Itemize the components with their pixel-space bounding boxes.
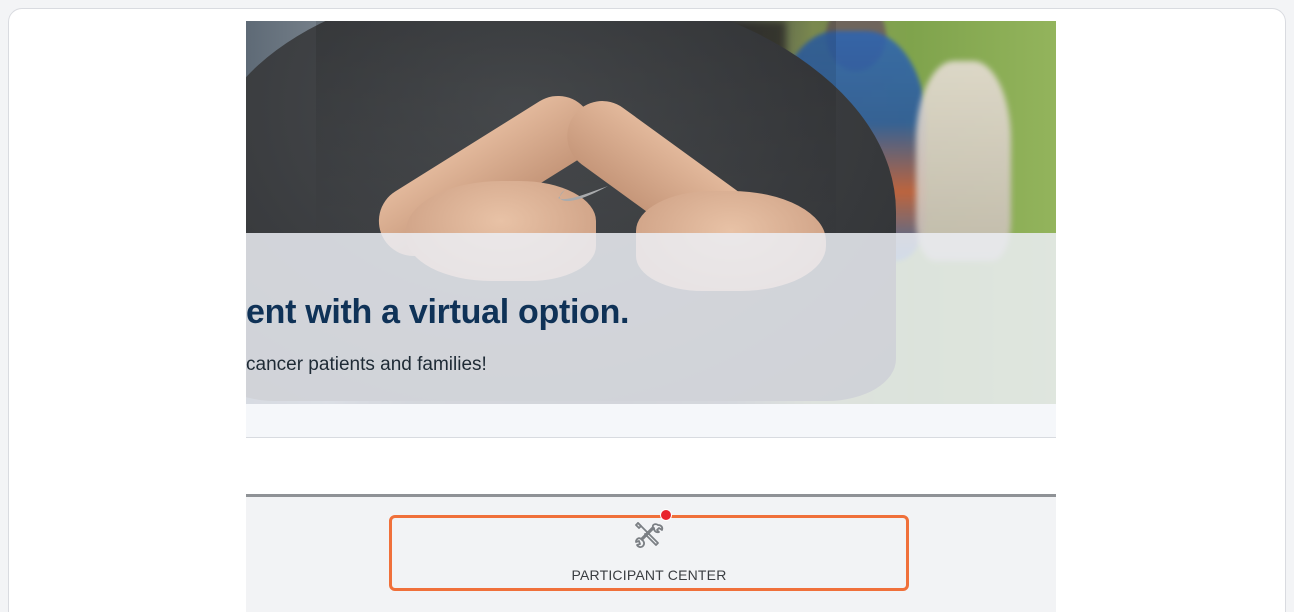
tools-icon xyxy=(635,522,664,548)
click-marker xyxy=(660,509,672,521)
participant-center-label: PARTICIPANT CENTER xyxy=(571,567,727,583)
nav-overlay: PARTICIPANT CENTER xyxy=(0,0,1294,612)
